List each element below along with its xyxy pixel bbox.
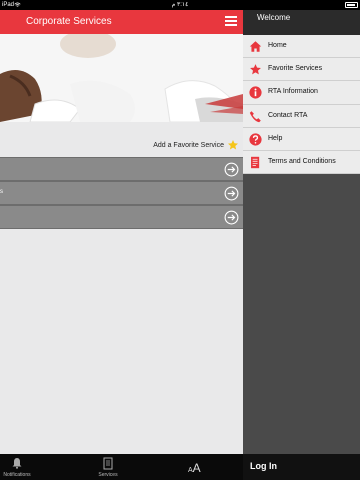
star-icon[interactable] [227, 139, 239, 151]
header-bar: Corporate Services [0, 10, 243, 34]
home-icon [249, 41, 262, 52]
menu-item-label: Contact RTA [268, 111, 308, 119]
tab-services-label: Services [98, 472, 118, 478]
tab-notifications[interactable]: Notifications [0, 454, 34, 480]
main-panel: Corporate Services Add a Favorite Servic… [0, 10, 243, 480]
document-icon [251, 156, 260, 169]
tab-notifications-label: Notifications [3, 472, 31, 478]
menu-item-label: Home [268, 42, 287, 49]
info-icon [249, 86, 262, 99]
phone-icon [249, 110, 261, 122]
side-menu: Welcome Home Favorite Services RTA Infor… [243, 10, 360, 480]
menu-item-home[interactable]: Home [243, 35, 360, 59]
menu-item-label: Terms and Conditions [268, 157, 336, 165]
menu-item-contact-rta[interactable]: Contact RTA [243, 104, 360, 128]
arrow-right-circle-icon [224, 210, 239, 225]
menu-item-rta-information[interactable]: RTA Information [243, 81, 360, 105]
battery-icon [345, 2, 358, 8]
add-favorite-label: Add a Favorite Service [153, 142, 224, 149]
service-row[interactable] [0, 205, 243, 229]
bottom-tab-bar: Notifications Services AA [0, 454, 243, 480]
add-favorite-row[interactable]: Add a Favorite Service [0, 138, 243, 156]
font-size-button[interactable]: AA [188, 459, 201, 477]
menu-item-label: Favorite Services [268, 65, 323, 73]
font-large-glyph: A [192, 461, 201, 475]
bell-icon [12, 458, 22, 469]
star-icon [250, 64, 261, 75]
help-icon [249, 133, 262, 146]
arrow-right-circle-icon [224, 186, 239, 201]
menu-welcome: Welcome [243, 10, 360, 35]
banner-image [0, 34, 243, 122]
handshake-photo [0, 34, 243, 122]
tab-services[interactable]: Services [92, 454, 124, 480]
service-row[interactable]: s [0, 181, 243, 205]
status-time: ٣:١٤ م [171, 2, 189, 8]
menu-item-label: RTA Information [268, 88, 318, 96]
menu-item-terms[interactable]: Terms and Conditions [243, 150, 360, 175]
status-bar: iPad ٣:١٤ م [0, 0, 360, 10]
service-row[interactable] [0, 157, 243, 181]
menu-item-favorite-services[interactable]: Favorite Services [243, 58, 360, 82]
menu-item-label: Help [268, 134, 283, 142]
services-document-icon [103, 457, 113, 470]
menu-item-help[interactable]: Help [243, 127, 360, 151]
arrow-right-circle-icon [224, 162, 239, 177]
login-button[interactable]: Log In [243, 454, 360, 480]
service-label: s [0, 189, 3, 195]
page-title: Corporate Services [26, 16, 112, 27]
hamburger-menu-icon[interactable] [225, 16, 237, 27]
